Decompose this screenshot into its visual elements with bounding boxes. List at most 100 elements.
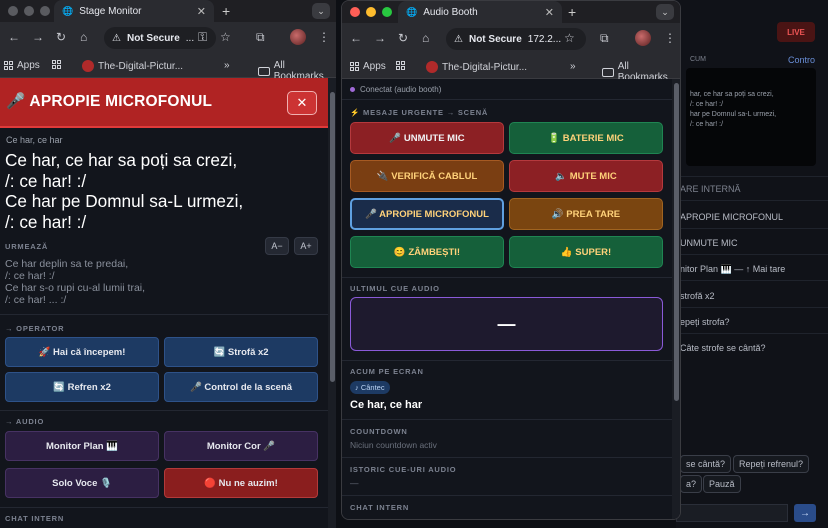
url-text: 172.2... (527, 33, 562, 45)
booth-content: Conectat (audio booth) ⚡ MESAJE URGENTE … (342, 79, 680, 519)
bookmark-grid[interactable] (396, 61, 405, 70)
window-close-control[interactable] (8, 6, 18, 16)
content-type-badge: ♪ Cântec (350, 381, 390, 394)
preview-box: har, ce har sa poți sa crezi, /: ce har!… (686, 68, 816, 166)
tab-close-icon[interactable]: ✕ (545, 6, 554, 19)
forward-icon[interactable]: → (32, 30, 44, 44)
audio-booth-window: 🌐 Audio Booth ✕ + ⌄ ← → ↻ ⌂ ⚠ Not Secure… (341, 0, 681, 520)
tab-search-icon[interactable]: ⌄ (656, 4, 674, 20)
window-close-control[interactable] (350, 7, 360, 17)
extensions-icon[interactable]: ⧉ (256, 30, 265, 45)
alert-close-button[interactable]: ✕ (287, 91, 317, 115)
avatar[interactable] (290, 29, 306, 45)
new-tab-icon[interactable]: + (568, 4, 576, 20)
control-link[interactable]: Contro (788, 55, 815, 65)
scrollbar-thumb[interactable] (674, 83, 679, 401)
bookmark-site[interactable]: The-Digital-Pictur... (82, 60, 183, 72)
chorus-repeat-button[interactable]: 🔄 Refren x2 (5, 372, 159, 402)
bookmark-label: Apps (17, 60, 40, 71)
stage-monitor-window: 🌐 Stage Monitor ✕ + ⌄ ← → ↻ ⌂ ⚠ Not Secu… (0, 0, 336, 528)
chat-item: strofă x2 (680, 291, 715, 301)
monitor-plan-button[interactable]: Monitor Plan 🎹 (5, 431, 159, 461)
mute-mic-button[interactable]: 🔈 MUTE MIC (509, 160, 663, 192)
cant-hear-button[interactable]: 🔴 Nu ne auzim! (164, 468, 318, 498)
lyric-line: /: ce har! :/ (5, 211, 87, 232)
check-cable-button[interactable]: 🔌 VERIFICĂ CABLUL (350, 160, 504, 192)
avatar[interactable] (635, 30, 651, 46)
window-minimize-control[interactable] (366, 7, 376, 17)
smile-button[interactable]: 😊 ZÂMBEȘTI! (350, 236, 504, 268)
tab-stage-monitor[interactable]: 🌐 Stage Monitor ✕ (54, 0, 214, 22)
bookmark-label: The-Digital-Pictur... (98, 60, 184, 72)
monitor-cor-button[interactable]: Monitor Cor 🎤 (164, 431, 318, 461)
bookmark-label: The-Digital-Pictur... (442, 61, 528, 73)
battery-mic-button[interactable]: 🔋 BATERIE MIC (509, 122, 663, 154)
bookmark-apps[interactable]: Apps (4, 60, 40, 71)
tab-title: Stage Monitor (79, 5, 142, 17)
scrollbar[interactable] (328, 78, 336, 528)
lyric-line: Ce har, ce har sa poți sa crezi, (5, 150, 238, 170)
star-icon[interactable]: ☆ (220, 30, 231, 44)
solo-voice-button[interactable]: Solo Voce 🎙️ (5, 468, 159, 498)
quick-reply-pill[interactable]: a? (680, 475, 703, 493)
tab-audio-booth[interactable]: 🌐 Audio Booth ✕ (398, 1, 562, 23)
chat-label: CHAT INTERN (5, 514, 65, 523)
background-window: LIVE CUM Contro har, ce har sa poți sa c… (676, 0, 828, 528)
tab-search-icon[interactable]: ⌄ (312, 3, 330, 19)
reload-icon[interactable]: ↻ (56, 30, 66, 44)
internal-label: ARE INTERNĂ (680, 184, 741, 194)
closer-mic-button[interactable]: 🎤 APROPIE MICROFONUL (350, 198, 504, 230)
send-icon[interactable]: → (794, 504, 816, 522)
history-label: ISTORIC CUE-URI AUDIO (350, 465, 457, 474)
key-icon[interactable]: ⚿ (198, 30, 207, 45)
chat-input[interactable] (676, 504, 788, 522)
next-lyric-line: Ce har s-o rupi cu-al lumii trai, (5, 282, 146, 294)
tab-close-icon[interactable]: ✕ (197, 5, 206, 18)
window-zoom-control[interactable] (40, 6, 50, 16)
last-cue-label: ULTIMUL CUE AUDIO (350, 284, 440, 293)
bookmarks-overflow[interactable]: » (570, 61, 576, 72)
chat-item: epeți strofa? (680, 317, 730, 327)
quick-reply-pill[interactable]: Repeți refrenul? (733, 455, 810, 473)
menu-icon[interactable]: ⋮ (318, 30, 330, 44)
not-secure-label: Not Secure (468, 33, 522, 45)
super-button[interactable]: 👍 SUPER! (509, 236, 663, 268)
audio-label: → AUDIO (5, 417, 45, 426)
star-icon[interactable]: ☆ (564, 31, 575, 45)
menu-icon[interactable]: ⋮ (664, 31, 676, 45)
toolbar: ← → ↻ ⌂ ⚠ Not Secure ... ⚿ ☆ ⧉ ⋮ (0, 22, 336, 54)
chat-item: UNMUTE MIC (680, 238, 738, 248)
reload-icon[interactable]: ↻ (398, 31, 408, 45)
stage-control-button[interactable]: 🎤 Control de la scenă (164, 372, 318, 402)
bookmark-apps[interactable]: Apps (350, 61, 386, 72)
extensions-icon[interactable]: ⧉ (600, 31, 609, 46)
quick-reply-pill[interactable]: Pauză (703, 475, 741, 493)
window-zoom-control[interactable] (382, 7, 392, 17)
forward-icon[interactable]: → (374, 31, 386, 45)
font-increase-button[interactable]: A+ (294, 237, 318, 255)
too-loud-button[interactable]: 🔊 PREA TARE (509, 198, 663, 230)
bookmarks-overflow[interactable]: » (224, 60, 230, 71)
window-minimize-control[interactable] (24, 6, 34, 16)
site-logo-icon (82, 60, 94, 72)
verse-repeat-button[interactable]: 🔄 Strofă x2 (164, 337, 318, 367)
scrollbar-thumb[interactable] (330, 92, 335, 382)
live-badge[interactable]: LIVE (777, 22, 815, 42)
font-decrease-button[interactable]: A− (265, 237, 289, 255)
bookmark-grid[interactable] (52, 60, 61, 69)
back-icon[interactable]: ← (350, 31, 362, 45)
bookmark-site[interactable]: The-Digital-Pictur... (426, 61, 527, 73)
scrollbar[interactable] (672, 79, 680, 519)
home-icon[interactable]: ⌂ (422, 31, 429, 45)
unmute-mic-button[interactable]: 🎤 UNMUTE MIC (350, 122, 504, 154)
back-icon[interactable]: ← (8, 30, 20, 44)
quick-reply-pill[interactable]: se cântă? (680, 455, 732, 473)
next-lyric-line: /: ce har! :/ (5, 270, 55, 282)
bookmarks-bar: Apps The-Digital-Pictur... » All Bookmar… (0, 54, 336, 82)
apps-icon (350, 62, 359, 71)
lyric-line: Ce har pe Domnul sa-L urmezi, (5, 191, 244, 211)
alert-banner: 🎤 APROPIE MICROFONUL ✕ (0, 78, 328, 128)
start-button[interactable]: 🚀 Hai că începem! (5, 337, 159, 367)
home-icon[interactable]: ⌂ (80, 30, 87, 44)
new-tab-icon[interactable]: + (222, 3, 230, 19)
